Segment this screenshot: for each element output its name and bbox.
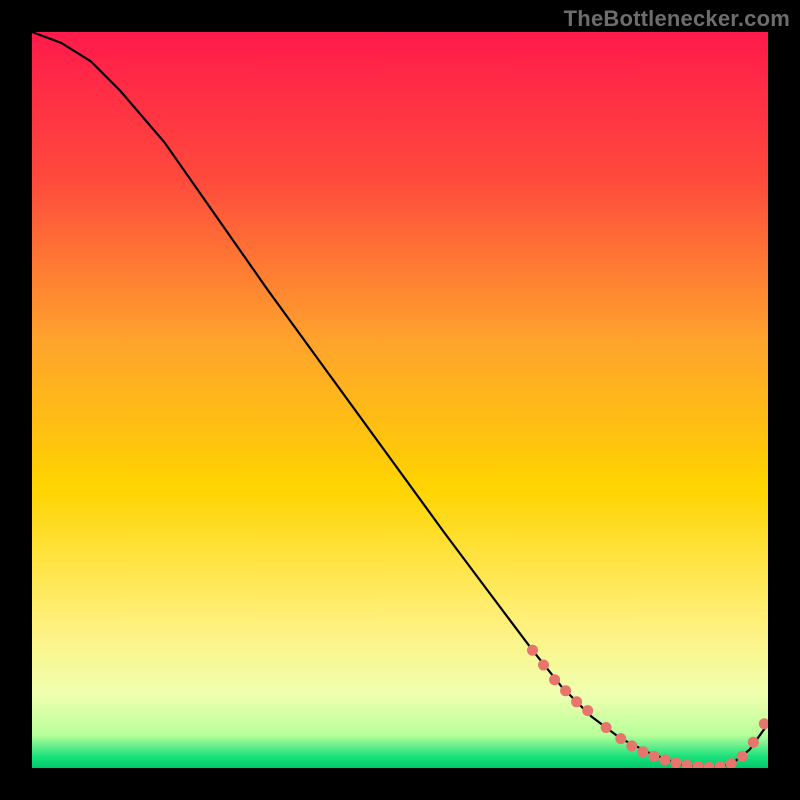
chart-stage: TheBottlenecker.com — [0, 0, 800, 800]
plot-area — [32, 32, 768, 768]
heat-gradient — [32, 32, 768, 768]
watermark-text: TheBottlenecker.com — [564, 6, 790, 32]
